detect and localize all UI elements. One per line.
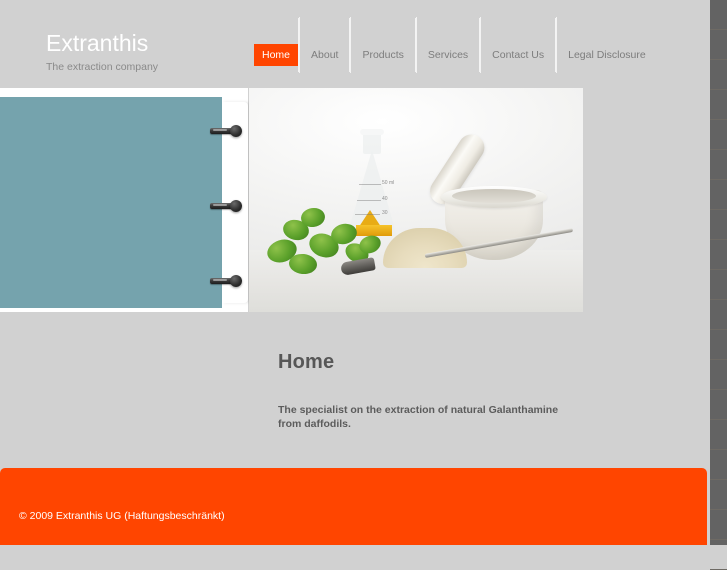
primary-navigation: Home About Products Services Contact Us … bbox=[254, 17, 657, 73]
rail-segment bbox=[710, 30, 727, 60]
rail-segment bbox=[710, 210, 727, 240]
notepad-binding-strip bbox=[210, 102, 248, 303]
rail-segment bbox=[710, 270, 727, 300]
notepad-teal-page bbox=[0, 97, 222, 308]
nav-item-home[interactable]: Home bbox=[254, 17, 299, 73]
nav-item-contact-us[interactable]: Contact Us bbox=[480, 17, 555, 73]
main-content: Home The specialist on the extraction of… bbox=[0, 312, 710, 468]
binder-ring-icon bbox=[210, 125, 244, 137]
nav-item-label: Products bbox=[362, 49, 404, 61]
rail-segment bbox=[710, 480, 727, 510]
mortar-inner-shape bbox=[452, 189, 536, 203]
binder-ring-icon bbox=[210, 200, 244, 212]
rail-segment bbox=[710, 0, 727, 30]
nav-item-about[interactable]: About bbox=[299, 17, 349, 73]
copyright-text: © 2009 Extranthis UG (Haftungsbeschränkt… bbox=[19, 510, 225, 522]
rail-segment bbox=[710, 120, 727, 150]
hero-band: 50 ml 40 30 bbox=[0, 88, 710, 312]
site-logo-text: Extranthis bbox=[46, 30, 149, 56]
hero-photo: 50 ml 40 30 bbox=[249, 88, 583, 312]
binder-ring-icon bbox=[210, 275, 244, 287]
flask-graduation-label: 50 ml bbox=[382, 180, 395, 186]
flask-neck-shape bbox=[363, 132, 381, 154]
site-tagline: The extraction company bbox=[46, 61, 159, 73]
nav-item-label: Contact Us bbox=[492, 49, 545, 61]
rail-segment bbox=[710, 510, 727, 540]
rail-segment bbox=[710, 90, 727, 120]
rail-segment bbox=[710, 180, 727, 210]
binder-ring-knob bbox=[230, 200, 242, 212]
page-title: Home bbox=[278, 351, 335, 374]
brand-block[interactable]: Extranthis The extraction company bbox=[46, 30, 158, 74]
rail-segment bbox=[710, 300, 727, 330]
rail-segment bbox=[710, 240, 727, 270]
rail-segment bbox=[710, 390, 727, 420]
binder-ring-knob bbox=[230, 275, 242, 287]
site-header: Extranthis The extraction company Home A… bbox=[0, 0, 710, 88]
nav-item-services[interactable]: Services bbox=[415, 17, 479, 73]
notepad-graphic bbox=[0, 88, 248, 312]
intro-paragraph: The specialist on the extraction of natu… bbox=[278, 403, 559, 431]
rail-segment bbox=[710, 150, 727, 180]
flask-graduation-line bbox=[357, 200, 381, 201]
right-side-rail[interactable] bbox=[710, 0, 727, 570]
nav-item-legal-disclosure[interactable]: Legal Disclosure bbox=[556, 17, 657, 73]
nav-item-label: Home bbox=[254, 44, 299, 66]
page-canvas: Extranthis The extraction company Home A… bbox=[0, 0, 710, 545]
flask-graduation-line bbox=[355, 214, 380, 215]
flask-graduation-line bbox=[359, 184, 381, 185]
nav-item-label: About bbox=[311, 49, 339, 61]
flask-lip-shape bbox=[360, 129, 384, 135]
nav-item-label: Services bbox=[427, 49, 469, 61]
nav-item-products[interactable]: Products bbox=[350, 17, 414, 73]
flask-liquid-surface-shape bbox=[356, 225, 392, 236]
site-footer: © 2009 Extranthis UG (Haftungsbeschränkt… bbox=[0, 468, 707, 545]
rail-segment bbox=[710, 330, 727, 360]
flask-graduation-label: 30 bbox=[382, 210, 388, 216]
flask-graduation-label: 40 bbox=[382, 196, 388, 202]
binder-ring-knob bbox=[230, 125, 242, 137]
rail-segment bbox=[710, 420, 727, 450]
rail-segment bbox=[710, 360, 727, 390]
rail-segment bbox=[710, 450, 727, 480]
nav-item-label: Legal Disclosure bbox=[568, 49, 646, 61]
rail-segment bbox=[710, 60, 727, 90]
